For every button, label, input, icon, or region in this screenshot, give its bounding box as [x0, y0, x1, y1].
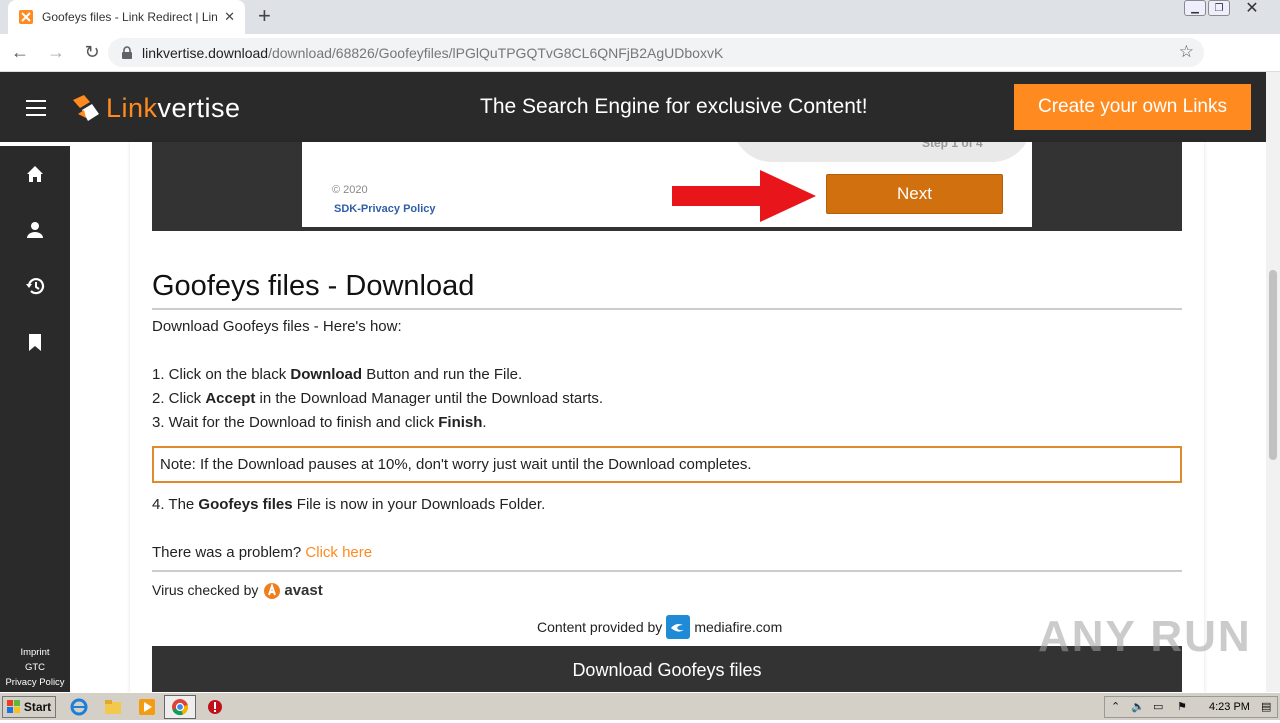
title-divider	[152, 308, 1182, 310]
page-viewport: Linkvertise The Search Engine for exclus…	[0, 72, 1266, 692]
anyrun-watermark: ANY RUN	[1038, 612, 1252, 661]
user-icon[interactable]	[24, 219, 46, 241]
network-icon[interactable]: ▭	[1153, 700, 1163, 713]
linkvertise-logo[interactable]: Linkvertise	[70, 92, 241, 124]
linkvertise-logo-icon	[73, 95, 99, 121]
download-note: Note: If the Download pauses at 10%, don…	[152, 446, 1182, 483]
provided-by-label: Content provided by	[537, 619, 663, 635]
scrollbar-thumb[interactable]	[1269, 270, 1277, 460]
instruction-step-4: 4. The Goofeys files File is now in your…	[152, 496, 546, 513]
chrome-taskbar-button[interactable]	[164, 695, 196, 719]
chrome-icon	[172, 699, 189, 716]
create-links-button[interactable]: Create your own Links	[1014, 84, 1251, 130]
file-explorer-icon[interactable]	[104, 698, 122, 716]
action-center-flag-icon[interactable]: ⚑	[1177, 700, 1187, 713]
instruction-step-1: 1. Click on the black Download Button an…	[152, 366, 523, 383]
media-player-icon[interactable]	[138, 698, 156, 716]
bookmark-icon[interactable]	[24, 331, 46, 353]
page-title: Goofeys files - Download	[152, 270, 475, 302]
privacy-policy-link[interactable]: Privacy Policy	[0, 675, 70, 690]
internet-explorer-icon[interactable]	[70, 698, 88, 716]
intro-text: Download Goofeys files - Here's how:	[152, 318, 402, 335]
restore-icon[interactable]: ❐	[1208, 0, 1230, 16]
forward-arrow-icon[interactable]: →	[40, 37, 72, 69]
window-controls: ▁ ❐ ✕	[1184, 0, 1272, 17]
window-close-icon[interactable]: ✕	[1232, 0, 1272, 17]
logo-text-link: Link	[106, 92, 158, 123]
stop-alert-icon[interactable]	[206, 698, 224, 716]
volume-icon[interactable]: 🔈	[1131, 700, 1145, 713]
site-header: Linkvertise The Search Engine for exclus…	[0, 72, 1266, 142]
avast-logo-icon	[264, 582, 281, 599]
back-arrow-icon[interactable]: ←	[4, 37, 36, 69]
system-tray: ⌃ 🔈 ▭ ⚑ 4:23 PM ▤	[1104, 696, 1278, 718]
sidebar-footer-links: Imprint GTC Privacy Policy	[0, 645, 70, 690]
instruction-step-3: 3. Wait for the Download to finish and c…	[152, 414, 487, 431]
instruction-step-2: 2. Click Accept in the Download Manager …	[152, 390, 604, 407]
start-button[interactable]: Start	[2, 696, 56, 718]
address-bar[interactable]: linkvertise.download/download/68826/Goof…	[108, 38, 1204, 67]
ad-banner: Step 1 of 4 © 2020 SDK-Privacy Policy Ne…	[152, 142, 1182, 231]
virus-check-label: Virus checked by	[152, 582, 259, 598]
tab-strip: Goofeys files - Link Redirect | Linkvert…	[0, 0, 1280, 34]
taskbar-clock: 4:23 PM	[1209, 701, 1250, 713]
red-arrow-icon	[672, 170, 816, 222]
content-provider-line: Content provided by mediafire.com	[537, 615, 782, 639]
step-indicator: Step 1 of 4	[922, 142, 983, 150]
windows-taskbar: Start ⌃ 🔈 ▭ ⚑ 4:23 PM ▤	[0, 692, 1280, 720]
banner-copyright: © 2020	[332, 184, 368, 196]
lock-icon	[122, 45, 132, 59]
banner-next-button[interactable]: Next	[826, 174, 1003, 214]
gtc-link[interactable]: GTC	[0, 660, 70, 675]
tab-title: Goofeys files - Link Redirect | Linkvert…	[42, 10, 218, 24]
new-tab-button[interactable]: +	[258, 4, 271, 28]
virus-check-line: Virus checked by avast	[152, 580, 323, 600]
content-card: Step 1 of 4 © 2020 SDK-Privacy Policy Ne…	[130, 142, 1204, 692]
tab-close-icon[interactable]: ✕	[224, 9, 235, 25]
url-host: linkvertise.download	[142, 44, 269, 61]
show-desktop-icon[interactable]: ▤	[1261, 700, 1271, 713]
browser-toolbar: ← → ↻ linkvertise.download/download/6882…	[0, 34, 1280, 96]
browser-tab[interactable]: Goofeys files - Link Redirect | Linkvert…	[8, 0, 245, 34]
mediafire-logo-icon	[666, 615, 691, 639]
minimize-icon[interactable]: ▁	[1184, 0, 1206, 16]
avast-wordmark: avast	[284, 581, 323, 599]
header-tagline: The Search Engine for exclusive Content!	[480, 95, 868, 118]
imprint-link[interactable]: Imprint	[0, 645, 70, 660]
hamburger-menu-icon[interactable]	[26, 100, 46, 116]
windows-logo-icon	[6, 700, 20, 713]
linkvertise-favicon-icon	[19, 10, 33, 24]
logo-text-vertise: vertise	[157, 92, 241, 123]
reload-icon[interactable]: ↻	[76, 37, 108, 69]
provider-name: mediafire.com	[694, 619, 783, 635]
history-icon[interactable]	[24, 275, 46, 297]
banner-image: Step 1 of 4 © 2020 SDK-Privacy Policy Ne…	[302, 142, 1032, 227]
speech-bubble	[732, 142, 1032, 162]
problem-click-here-link[interactable]: Click here	[305, 544, 372, 561]
download-button[interactable]: Download Goofeys files	[152, 646, 1182, 692]
page-scrollbar[interactable]	[1266, 72, 1280, 692]
problem-text: There was a problem? Click here	[152, 544, 373, 561]
start-label: Start	[23, 700, 52, 714]
section-divider	[152, 570, 1182, 572]
url-path: /download/68826/Goofeyfiles/lPGlQuTPGQTv…	[268, 44, 724, 61]
sdk-privacy-link[interactable]: SDK-Privacy Policy	[334, 203, 436, 215]
left-sidebar: Imprint GTC Privacy Policy	[0, 146, 70, 692]
home-icon[interactable]	[24, 163, 46, 185]
tray-expand-icon[interactable]: ⌃	[1111, 700, 1120, 713]
bookmark-star-icon[interactable]: ☆	[1179, 42, 1194, 62]
